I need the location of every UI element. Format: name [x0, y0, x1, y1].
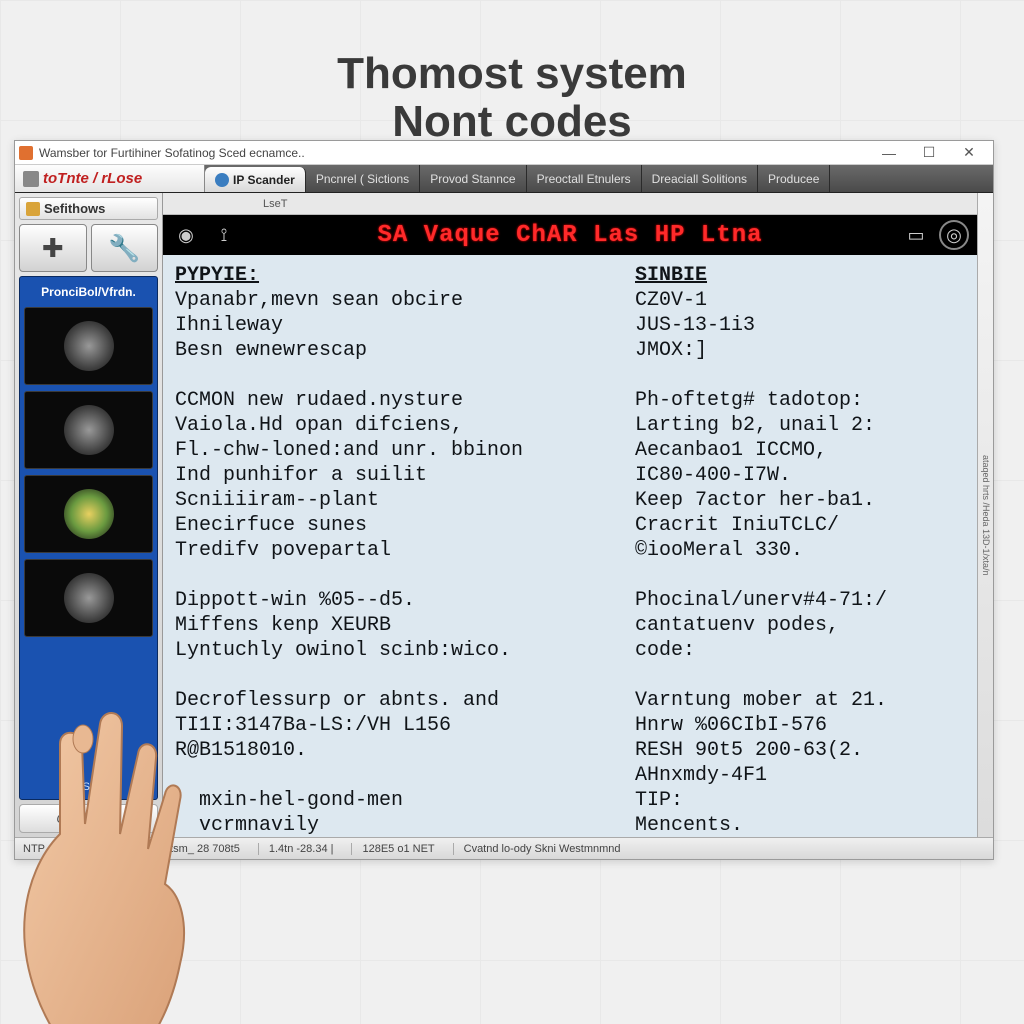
right-rail: ataqed hrts /Heda 13D-1/xta/n: [977, 193, 993, 837]
sidebar-bottom-label: Cvse Dlore: [56, 811, 120, 826]
tab-label: Pncnrel ( Sictions: [316, 172, 409, 186]
wrench-icon: 🔧: [108, 233, 140, 264]
tab-label: IP Scander: [233, 173, 295, 187]
status-seg-4: Cvatnd lo-ody Skni Westmnmnd: [453, 843, 621, 855]
thumbnail-4[interactable]: [24, 559, 153, 637]
main-area: LseT ◉ ⟟ SA Vaque ChAR Las HP Ltna ▭ ◎ P…: [163, 193, 977, 837]
overlay-line-2: Nont codes: [0, 98, 1024, 146]
status-seg-3: 128E5 o1 NET: [351, 843, 434, 855]
antenna-icon: ⟟: [209, 220, 239, 250]
led-ticker-text: SA Vaque ChAR Las HP Ltna: [247, 222, 893, 249]
sidebar-bottom-button[interactable]: Cvse Dlore: [19, 804, 158, 833]
tab-etnulers[interactable]: Preoctall Etnulers: [527, 165, 642, 192]
monitor-icon[interactable]: ▭: [901, 220, 931, 250]
right-body: CZ0V-1 JUS-13-1i3 JMOX:] Ph-oftetg# tado…: [635, 289, 887, 837]
status-seg-2: 1.4tn -28.34 |: [258, 843, 334, 855]
thumbnail-1[interactable]: [24, 307, 153, 385]
tab-label: Preoctall Etnulers: [537, 172, 631, 186]
thumbnail-panel: PronciBol/Vfrdn. M·SLile: [19, 276, 158, 800]
brand-text: toTnte / rLose: [43, 170, 142, 187]
content-column-left: PYPYIE: Vpanabr,mevn sean obcire Ihnilew…: [175, 263, 615, 829]
subheader-label: LseT: [263, 198, 287, 210]
tab-label: Provod Stannce: [430, 172, 515, 186]
right-heading: SINBIE: [635, 264, 707, 287]
left-heading: PYPYIE:: [175, 264, 259, 287]
status-seg-1: NTP (ol Al fishito cf fidd RE M.tsm_ 28 …: [23, 843, 240, 855]
tab-label: Producee: [768, 172, 819, 186]
tab-solitions[interactable]: Dreaciall Solitions: [642, 165, 758, 192]
app-icon: [19, 146, 33, 160]
gauge-icon-left: ◉: [171, 220, 201, 250]
subheader: LseT: [163, 193, 977, 215]
panel-title: PronciBol/Vfrdn.: [24, 283, 153, 301]
left-body: Vpanabr,mevn sean obcire Ihnileway Besn …: [175, 289, 523, 837]
thumbnail-3[interactable]: [24, 475, 153, 553]
ticker-bar: ◉ ⟟ SA Vaque ChAR Las HP Ltna ▭ ◎: [163, 215, 977, 255]
plus-icon: ✚: [42, 233, 64, 264]
statusbar: NTP (ol Al fishito cf fidd RE M.tsm_ 28 …: [15, 837, 993, 859]
app-window: Wamsber tor Furtihiner Sofatinog Sced ec…: [14, 140, 994, 860]
folder-icon: [26, 202, 40, 216]
add-button[interactable]: ✚: [19, 224, 87, 272]
globe-icon: [215, 173, 229, 187]
main-toolbar: toTnte / rLose IP Scander Pncnrel ( Sict…: [15, 165, 993, 193]
settings-button[interactable]: Sefithows: [19, 197, 158, 220]
brand-label: toTnte / rLose: [15, 165, 205, 192]
settings-label: Sefithows: [44, 201, 105, 216]
overlay-line-1: Thomost system: [0, 50, 1024, 98]
tab-sections[interactable]: Pncnrel ( Sictions: [306, 165, 420, 192]
page-overlay-title: Thomost system Nont codes: [0, 50, 1024, 147]
tab-stance[interactable]: Provod Stannce: [420, 165, 526, 192]
tool-button[interactable]: 🔧: [91, 224, 159, 272]
tab-ip-scander[interactable]: IP Scander: [205, 167, 306, 192]
sidebar: Sefithows ✚ 🔧 PronciBol/Vfrdn. M·SLile C…: [15, 193, 163, 837]
thumbnail-2[interactable]: [24, 391, 153, 469]
panel-footer: M·SLile: [24, 781, 153, 793]
target-icon[interactable]: ◎: [939, 220, 969, 250]
tab-label: Dreaciall Solitions: [652, 172, 747, 186]
tab-producee[interactable]: Producee: [758, 165, 830, 192]
content-pane: PYPYIE: Vpanabr,mevn sean obcire Ihnilew…: [163, 255, 977, 837]
window-title: Wamsber tor Furtihiner Sofatinog Sced ec…: [39, 146, 305, 160]
brand-icon: [23, 171, 39, 187]
content-column-right: SINBIE CZ0V-1 JUS-13-1i3 JMOX:] Ph-oftet…: [635, 263, 965, 829]
